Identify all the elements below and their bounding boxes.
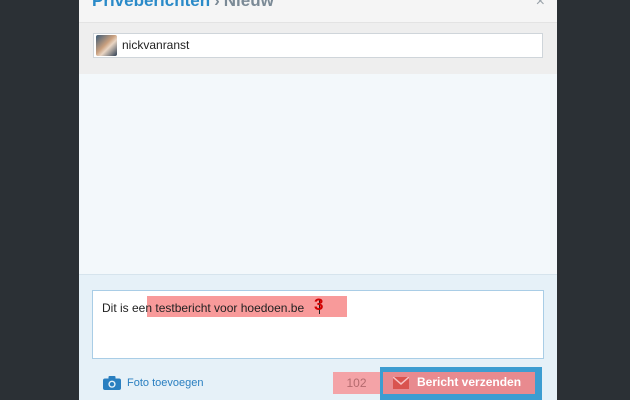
page-backdrop-left: [0, 0, 79, 400]
dialog-header: Privéberichten › Nieuw ×: [79, 0, 557, 23]
send-button-container: Bericht verzenden: [380, 367, 542, 400]
avatar: [96, 35, 117, 56]
character-counter: 102: [333, 372, 380, 394]
message-text-highlighted: een testbericht voor hoedoen.be: [132, 301, 305, 315]
message-text: Dit is een testbericht voor hoedoen.be: [102, 301, 304, 315]
recipient-field[interactable]: nickvanranst: [93, 33, 543, 58]
message-text-prefix: Dit is: [102, 301, 132, 315]
camera-icon: [103, 376, 121, 390]
send-message-button[interactable]: Bericht verzenden: [383, 372, 535, 394]
breadcrumb: Privéberichten › Nieuw: [92, 0, 274, 11]
close-icon[interactable]: ×: [536, 0, 545, 11]
mail-icon: [393, 377, 409, 389]
breadcrumb-separator: ›: [214, 0, 220, 10]
compose-area: Dit is een testbericht voor hoedoen.be 3…: [79, 274, 557, 400]
private-message-dialog: Privéberichten › Nieuw × nickvanranst Dit …: [79, 0, 557, 400]
recipient-row: nickvanranst: [79, 23, 557, 74]
send-message-label: Bericht verzenden: [417, 375, 522, 389]
message-textarea[interactable]: Dit is een testbericht voor hoedoen.be 3: [92, 290, 544, 359]
annotation-number: 3: [314, 295, 324, 314]
recipient-name: nickvanranst: [122, 38, 190, 52]
add-photo-label: Foto toevoegen: [127, 377, 204, 389]
message-thread-area: [79, 74, 557, 274]
page-backdrop-right: [557, 0, 630, 400]
breadcrumb-current: Nieuw: [223, 0, 274, 10]
breadcrumb-link-private-messages[interactable]: Privéberichten: [92, 0, 210, 10]
